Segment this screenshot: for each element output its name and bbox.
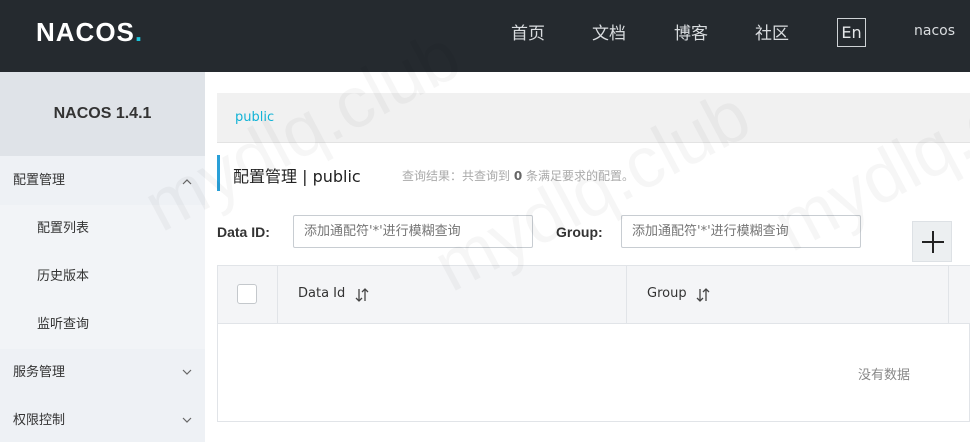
sidebar-item-service-management[interactable]: 服务管理 <box>0 349 205 397</box>
page-title-row: 配置管理 | public 查询结果：共查询到 0 条满足要求的配置。 <box>217 155 937 191</box>
empty-table-text: 没有数据 <box>858 368 911 383</box>
user-name[interactable]: nacos <box>914 23 955 39</box>
nacos-logo[interactable]: NACOS. <box>36 16 143 48</box>
select-all-cell <box>218 266 278 324</box>
table-header: Data Id Group <box>218 266 970 324</box>
group-search-input[interactable] <box>621 215 861 248</box>
dataid-search-input[interactable] <box>293 215 533 248</box>
sidebar-item-label: 历史版本 <box>37 269 90 284</box>
query-result-text: 查询结果：共查询到 0 条满足要求的配置。 <box>402 169 635 183</box>
add-config-button[interactable] <box>912 221 952 262</box>
column-header-group[interactable]: Group <box>627 266 949 324</box>
column-header-label: Data Id <box>298 286 346 301</box>
chevron-down-icon <box>182 417 192 423</box>
namespace-public[interactable]: public <box>235 110 274 125</box>
chevron-up-icon <box>182 179 192 185</box>
page-title: 配置管理 | public <box>233 167 361 186</box>
main-content: public 配置管理 | public 查询结果：共查询到 0 条满足要求的配… <box>205 72 970 442</box>
column-header-dataid[interactable]: Data Id <box>278 266 627 324</box>
language-toggle[interactable]: En <box>837 18 866 47</box>
sidebar-item-access-control[interactable]: 权限控制 <box>0 397 205 445</box>
column-header-label: Group <box>647 286 687 301</box>
sidebar-item-label: 服务管理 <box>13 365 66 380</box>
sidebar-item-label: 监听查询 <box>37 317 90 332</box>
sidebar-version-title: NACOS 1.4.1 <box>0 72 205 156</box>
result-count: 0 <box>513 169 523 183</box>
top-nav-bar: NACOS. 首页 文档 博客 社区 En nacos <box>0 0 970 72</box>
sort-icon[interactable] <box>696 287 710 303</box>
sidebar: NACOS 1.4.1 配置管理 配置列表 历史版本 监听查询 服务管理 权限控… <box>0 72 205 442</box>
sidebar-item-label: 权限控制 <box>13 413 66 428</box>
nav-docs[interactable]: 文档 <box>592 22 626 46</box>
sidebar-item-config-management[interactable]: 配置管理 <box>0 157 205 205</box>
config-table: Data Id Group 没有数据 <box>217 265 970 422</box>
plus-icon <box>922 231 944 253</box>
nav-home[interactable]: 首页 <box>511 22 545 46</box>
sort-icon[interactable] <box>355 287 369 303</box>
dataid-label: Data ID: <box>217 224 270 240</box>
select-all-checkbox[interactable] <box>237 284 257 304</box>
nav-community[interactable]: 社区 <box>755 22 789 46</box>
logo-text: NACOS <box>36 16 135 47</box>
sidebar-item-listener-query[interactable]: 监听查询 <box>0 301 205 349</box>
sidebar-item-config-list[interactable]: 配置列表 <box>0 205 205 253</box>
group-label: Group: <box>556 224 603 240</box>
nav-blog[interactable]: 博客 <box>674 22 708 46</box>
namespace-bar: public <box>217 93 970 143</box>
sidebar-item-label: 配置列表 <box>37 221 90 236</box>
chevron-down-icon <box>182 369 192 375</box>
sidebar-item-history[interactable]: 历史版本 <box>0 253 205 301</box>
logo-dot: . <box>134 16 144 47</box>
sidebar-item-label: 配置管理 <box>13 173 66 188</box>
